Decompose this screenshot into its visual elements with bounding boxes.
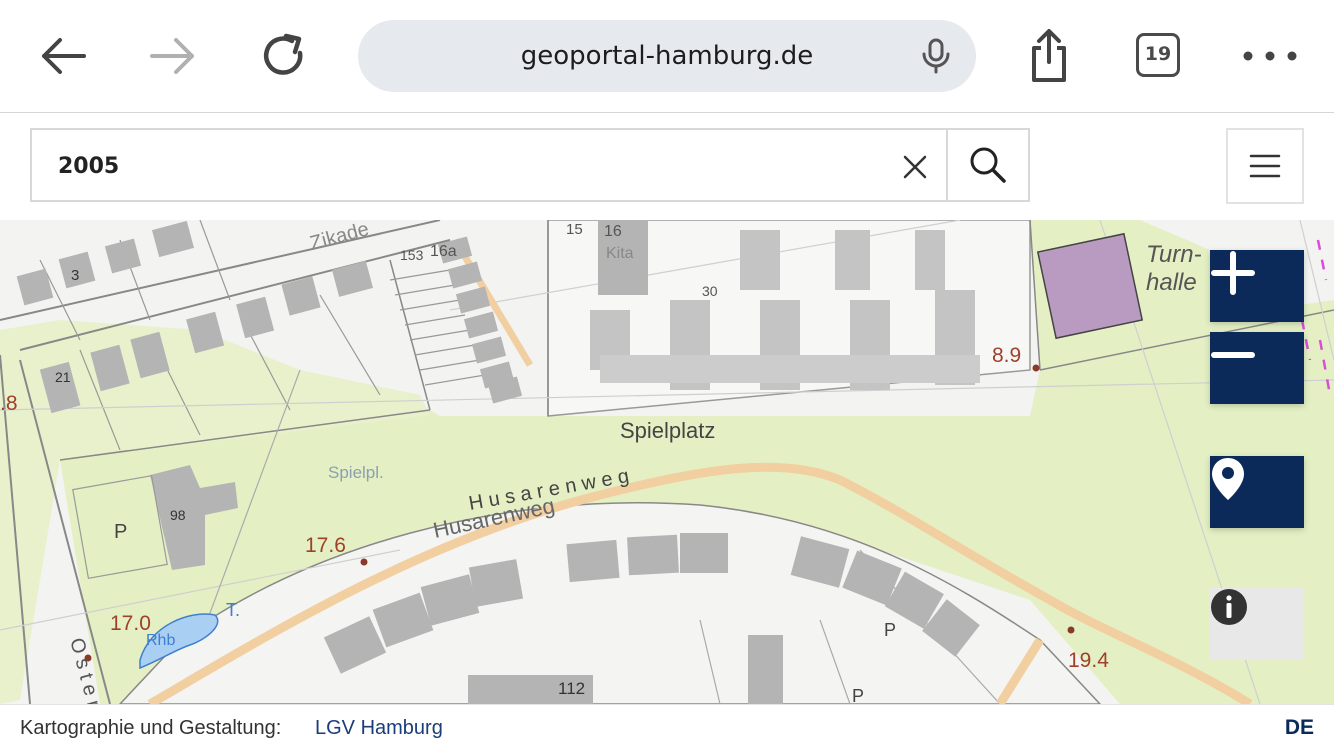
- url-text: geoportal-hamburg.de: [520, 41, 814, 71]
- tab-count-button[interactable]: 19: [1136, 33, 1180, 77]
- menu-button[interactable]: [1226, 128, 1304, 204]
- gymnasium: [1036, 232, 1144, 340]
- more-icon[interactable]: [1240, 48, 1300, 64]
- location-pin-icon: [1212, 458, 1244, 500]
- back-button[interactable]: [33, 26, 93, 86]
- reload-icon: [264, 33, 303, 75]
- search-input[interactable]: [56, 130, 880, 202]
- label-parking-3: P: [852, 686, 864, 704]
- zoom-out-button[interactable]: [1210, 332, 1304, 404]
- label-turnhalle-1: Turn-: [1146, 241, 1202, 268]
- label-t: T.: [226, 600, 240, 620]
- label-elevation-194: 19.4: [1068, 649, 1109, 672]
- share-button[interactable]: [1019, 26, 1079, 86]
- attribution-bar: Kartographie und Gestaltung: LGV Hamburg…: [0, 704, 1334, 751]
- label-house-98: 98: [170, 507, 186, 523]
- address-bar[interactable]: geoportal-hamburg.de: [358, 20, 976, 92]
- label-kita: Kita: [606, 245, 634, 262]
- info-icon: [1211, 589, 1247, 625]
- microphone-icon[interactable]: [918, 38, 954, 74]
- label-elevation-170: 17.0: [110, 612, 151, 635]
- label-parking-2: P: [884, 620, 896, 640]
- attribution-link[interactable]: LGV Hamburg: [315, 717, 443, 740]
- label-house-30: 30: [702, 283, 718, 299]
- label-house-16: 16: [604, 223, 622, 240]
- map-view[interactable]: Spielplatz Spielpl. Husarenweg H u s a r…: [0, 220, 1334, 704]
- label-turnhalle-2: halle: [1146, 269, 1197, 296]
- language-switch[interactable]: DE: [1285, 716, 1314, 740]
- info-button[interactable]: [1210, 588, 1304, 660]
- label-rhb: Rhb: [146, 632, 175, 649]
- zoom-in-button[interactable]: [1210, 250, 1304, 322]
- forward-button[interactable]: [143, 26, 203, 86]
- search-field: [30, 128, 948, 202]
- label-house-153: 153: [400, 247, 424, 263]
- clear-icon[interactable]: [900, 152, 930, 182]
- search-icon: [970, 147, 1006, 183]
- locate-button[interactable]: [1210, 456, 1304, 528]
- browser-toolbar: geoportal-hamburg.de 19: [0, 0, 1334, 113]
- label-house-15: 15: [566, 221, 583, 238]
- search-row: [0, 113, 1334, 220]
- share-icon: [1032, 29, 1066, 82]
- minus-icon: [1211, 352, 1255, 358]
- label-elevation-176: 17.6: [305, 534, 346, 557]
- arrow-right-icon: [150, 38, 194, 74]
- label-house-16a: 16a: [430, 243, 457, 260]
- label-spielpl: Spielpl.: [328, 463, 384, 482]
- reload-button[interactable]: [254, 26, 314, 86]
- hamburger-menu-icon: [1249, 154, 1281, 178]
- label-spielplatz: Spielplatz: [620, 418, 715, 443]
- label-elevation-8: .8: [0, 392, 18, 415]
- label-house-3: 3: [71, 267, 79, 284]
- search-button[interactable]: [946, 128, 1030, 202]
- label-parking-1: P: [114, 521, 127, 543]
- label-house-21: 21: [55, 369, 71, 385]
- plus-icon: [1211, 251, 1255, 295]
- attribution-label: Kartographie und Gestaltung:: [20, 717, 282, 739]
- map-canvas[interactable]: Spielplatz Spielpl. Husarenweg H u s a r…: [0, 220, 1334, 704]
- label-elevation-89: 8.9: [992, 344, 1021, 367]
- arrow-left-icon: [42, 38, 86, 74]
- label-house-112: 112: [558, 679, 585, 698]
